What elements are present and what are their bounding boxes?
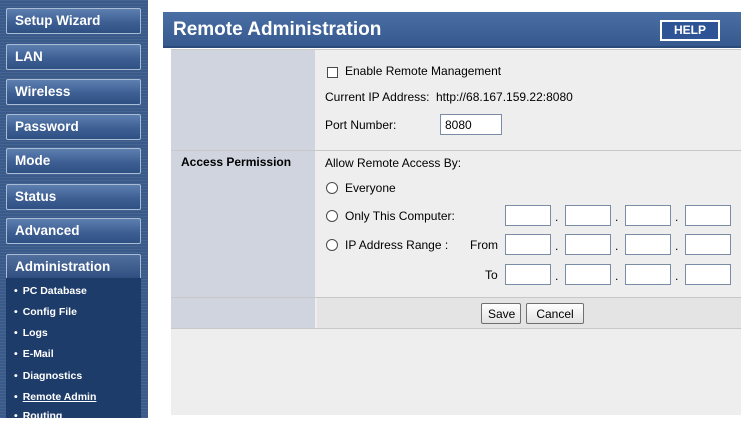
ip-separator: . — [555, 269, 559, 283]
submenu-label: Routing — [22, 410, 63, 422]
bottom-divider — [171, 328, 741, 329]
submenu-label: Diagnostics — [22, 370, 83, 382]
submenu-pc-database[interactable]: • PC Database — [14, 283, 87, 299]
only-ip-octet-1[interactable] — [505, 205, 551, 226]
label-cell — [171, 298, 315, 328]
nav-setup-wizard[interactable]: Setup Wizard — [6, 8, 141, 34]
ip-separator: . — [555, 210, 559, 224]
ip-separator: . — [615, 210, 619, 224]
nav-password[interactable]: Password — [6, 114, 141, 140]
cancel-button[interactable]: Cancel — [526, 303, 584, 324]
allow-remote-access-label: Allow Remote Access By: — [325, 156, 462, 170]
sidebar: Setup Wizard LAN Wireless Password Mode … — [0, 0, 148, 422]
enable-remote-management-label: Enable Remote Management — [345, 64, 502, 78]
submenu-label: Remote Admin — [22, 391, 97, 403]
bullet-icon: • — [14, 410, 18, 422]
submenu-config-file[interactable]: • Config File — [14, 304, 77, 320]
nav-lan[interactable]: LAN — [6, 44, 141, 70]
only-ip-octet-2[interactable] — [565, 205, 611, 226]
ip-separator: . — [615, 269, 619, 283]
label-cell: Access Permission — [171, 151, 315, 297]
buttons-row: Save Cancel — [171, 297, 741, 328]
radio-ip-address-range[interactable] — [326, 239, 338, 251]
nav-mode[interactable]: Mode — [6, 148, 141, 174]
radio-everyone[interactable] — [326, 182, 338, 194]
ip-separator: . — [555, 239, 559, 253]
bullet-icon: • — [14, 348, 18, 360]
from-ip-octet-2[interactable] — [565, 234, 611, 255]
to-ip-octet-1[interactable] — [505, 264, 551, 285]
bullet-icon: • — [14, 285, 18, 297]
bullet-icon: • — [14, 370, 18, 382]
main-panel: Remote Administration HELP Enable Remote… — [163, 12, 746, 418]
port-number-input[interactable] — [440, 114, 502, 135]
to-ip-octet-4[interactable] — [685, 264, 731, 285]
save-button[interactable]: Save — [481, 303, 521, 324]
from-ip-octet-1[interactable] — [505, 234, 551, 255]
label-cell — [171, 50, 315, 150]
submenu-label: Logs — [22, 327, 48, 339]
administration-submenu: • PC Database • Config File • Logs • E-Mail … — [6, 278, 141, 422]
submenu-email[interactable]: • E-Mail — [14, 346, 54, 362]
access-permission-heading: Access Permission — [181, 155, 292, 169]
bullet-icon: • — [14, 327, 18, 339]
bullet-icon: • — [14, 391, 18, 403]
to-label: To — [485, 268, 498, 282]
ip-address-range-label: IP Address Range : — [345, 238, 449, 252]
access-permission-row: Access Permission Allow Remote Access By… — [171, 150, 741, 297]
bullet-icon: • — [14, 306, 18, 318]
nav-wireless[interactable]: Wireless — [6, 79, 141, 105]
ip-separator: . — [675, 210, 679, 224]
current-ip-value: http://68.167.159.22:8080 — [436, 90, 573, 104]
submenu-remote-admin[interactable]: • Remote Admin — [14, 389, 96, 405]
from-ip-octet-4[interactable] — [685, 234, 731, 255]
submenu-label: PC Database — [22, 285, 87, 297]
only-this-computer-label: Only This Computer: — [345, 209, 455, 223]
ip-separator: . — [675, 269, 679, 283]
page-title: Remote Administration — [173, 19, 382, 40]
nav-status[interactable]: Status — [6, 184, 141, 210]
port-number-label: Port Number: — [325, 118, 397, 132]
help-button[interactable]: HELP — [660, 20, 720, 41]
nav-advanced[interactable]: Advanced — [6, 218, 141, 244]
only-ip-octet-4[interactable] — [685, 205, 731, 226]
radio-only-this-computer[interactable] — [326, 210, 338, 222]
enable-remote-management-checkbox[interactable] — [327, 67, 338, 78]
title-bar: Remote Administration HELP — [163, 12, 741, 48]
current-ip-label: Current IP Address: — [325, 90, 430, 104]
submenu-label: E-Mail — [22, 348, 54, 360]
remote-management-row: Enable Remote Management Current IP Addr… — [171, 49, 741, 150]
from-label: From — [470, 238, 498, 252]
submenu-logs[interactable]: • Logs — [14, 325, 48, 341]
only-ip-octet-3[interactable] — [625, 205, 671, 226]
value-cell: Allow Remote Access By: Everyone Only Th… — [317, 151, 741, 297]
to-ip-octet-3[interactable] — [625, 264, 671, 285]
everyone-label: Everyone — [345, 181, 396, 195]
submenu-diagnostics[interactable]: • Diagnostics — [14, 368, 82, 384]
settings-form: Enable Remote Management Current IP Addr… — [171, 49, 741, 415]
value-cell: Save Cancel — [317, 298, 741, 328]
submenu-routing[interactable]: • Routing — [14, 408, 62, 424]
ip-separator: . — [615, 239, 619, 253]
to-ip-octet-2[interactable] — [565, 264, 611, 285]
nav-administration[interactable]: Administration — [6, 254, 141, 280]
submenu-label: Config File — [22, 306, 77, 318]
value-cell: Enable Remote Management Current IP Addr… — [317, 50, 741, 150]
from-ip-octet-3[interactable] — [625, 234, 671, 255]
ip-separator: . — [675, 239, 679, 253]
